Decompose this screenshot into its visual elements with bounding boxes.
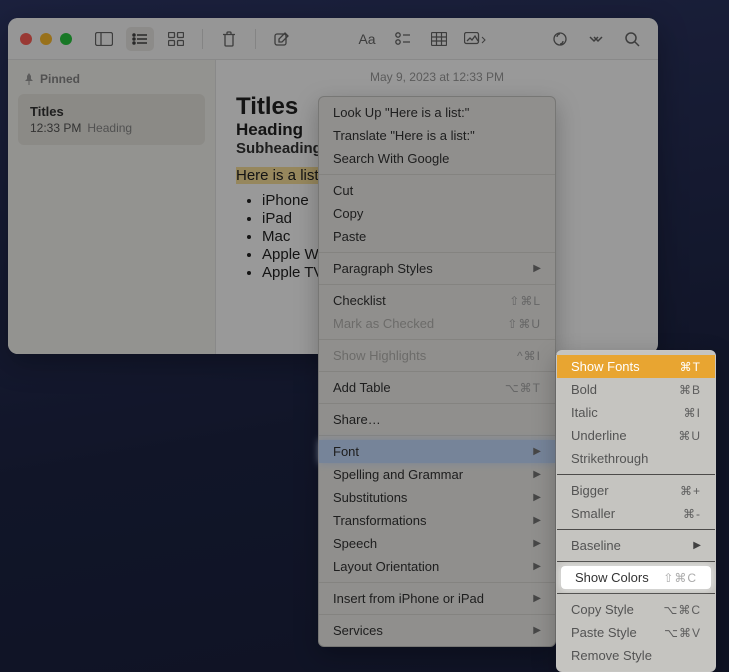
pinned-header: Pinned [18,68,205,94]
note-item-preview: Heading [87,121,132,135]
note-item-time: 12:33 PM [30,121,81,135]
traffic-lights [20,33,72,45]
chevron-right-icon: ▶ [533,515,541,526]
chevron-right-icon: ▶ [533,492,541,503]
chevron-right-icon: ▶ [533,263,541,274]
menu-checklist[interactable]: Checklist⇧⌘L [319,289,555,312]
context-menu: Look Up "Here is a list:" Translate "Her… [318,96,556,647]
menu-show-highlights: Show Highlights^⌘I [319,344,555,367]
trash-icon[interactable] [215,27,243,51]
submenu-italic[interactable]: Italic⌘I [557,401,715,424]
menu-paste[interactable]: Paste [319,225,555,248]
chevron-right-icon: ▶ [533,446,541,457]
zoom-button[interactable] [60,33,72,45]
chevron-right-icon: ▶ [533,593,541,604]
menu-substitutions[interactable]: Substitutions▶ [319,486,555,509]
grid-view-icon[interactable] [162,27,190,51]
submenu-underline[interactable]: Underline⌘U [557,424,715,447]
submenu-show-colors[interactable]: Show Colors⇧⌘C [561,566,711,589]
menu-search[interactable]: Search With Google [319,147,555,170]
format-icon[interactable]: Aa [353,27,381,51]
sidebar: Pinned Titles 12:33 PM Heading [8,60,216,354]
note-item-sub: 12:33 PM Heading [30,121,193,135]
sidebar-toggle-icon[interactable] [90,27,118,51]
font-submenu: Show Fonts⌘T Bold⌘B Italic⌘I Underline⌘U… [556,350,716,672]
chevron-right-icon: ▶ [693,540,701,551]
titlebar: Aa [8,18,658,60]
pin-icon [24,73,34,85]
menu-paragraph-styles[interactable]: Paragraph Styles▶ [319,257,555,280]
menu-add-table[interactable]: Add Table⌥⌘T [319,376,555,399]
submenu-remove-style[interactable]: Remove Style [557,644,715,667]
submenu-paste-style[interactable]: Paste Style⌥⌘V [557,621,715,644]
chevron-right-icon: ▶ [533,538,541,549]
chevron-right-icon: ▶ [533,561,541,572]
close-button[interactable] [20,33,32,45]
search-icon[interactable] [618,27,646,51]
menu-share[interactable]: Share… [319,408,555,431]
link-icon[interactable] [546,27,574,51]
note-item-title: Titles [30,104,193,119]
submenu-smaller[interactable]: Smaller⌘- [557,502,715,525]
menu-copy[interactable]: Copy [319,202,555,225]
compose-icon[interactable] [268,27,296,51]
menu-insert[interactable]: Insert from iPhone or iPad▶ [319,587,555,610]
table-icon[interactable] [425,27,453,51]
menu-lookup[interactable]: Look Up "Here is a list:" [319,101,555,124]
chevron-right-icon: ▶ [533,625,541,636]
note-item[interactable]: Titles 12:33 PM Heading [18,94,205,145]
menu-transformations[interactable]: Transformations▶ [319,509,555,532]
submenu-bold[interactable]: Bold⌘B [557,378,715,401]
chevron-right-icon: ▶ [533,469,541,480]
media-icon[interactable] [461,27,489,51]
timestamp: May 9, 2023 at 12:33 PM [236,70,638,84]
menu-translate[interactable]: Translate "Here is a list:" [319,124,555,147]
submenu-show-fonts[interactable]: Show Fonts⌘T [557,355,715,378]
highlighted-text: Here is a list: [236,167,323,184]
menu-mark-checked: Mark as Checked⇧⌘U [319,312,555,335]
menu-font[interactable]: Font▶ [319,440,555,463]
menu-speech[interactable]: Speech▶ [319,532,555,555]
minimize-button[interactable] [40,33,52,45]
menu-layout[interactable]: Layout Orientation▶ [319,555,555,578]
submenu-bigger[interactable]: Bigger⌘+ [557,479,715,502]
pinned-label: Pinned [40,72,80,86]
menu-services[interactable]: Services▶ [319,619,555,642]
submenu-baseline[interactable]: Baseline▶ [557,534,715,557]
list-view-icon[interactable] [126,27,154,51]
submenu-strikethrough[interactable]: Strikethrough [557,447,715,470]
checklist-icon[interactable] [389,27,417,51]
menu-cut[interactable]: Cut [319,179,555,202]
submenu-copy-style[interactable]: Copy Style⌥⌘C [557,598,715,621]
menu-spelling[interactable]: Spelling and Grammar▶ [319,463,555,486]
more-icon[interactable] [582,27,610,51]
